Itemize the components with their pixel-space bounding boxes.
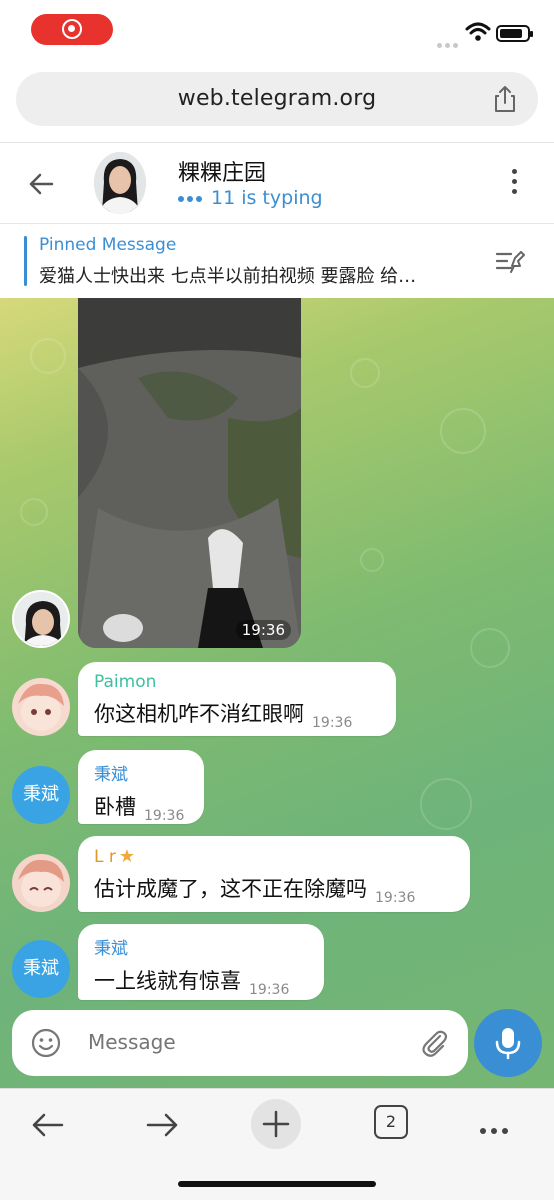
attach-icon[interactable]: [418, 1027, 450, 1059]
message-text: 一上线就有惊喜: [94, 969, 241, 993]
screen-record-indicator[interactable]: [31, 14, 113, 45]
group-avatar[interactable]: [94, 152, 146, 214]
url-text[interactable]: web.telegram.org: [16, 72, 538, 126]
message-text: 你这相机咋不消红眼啊: [94, 702, 304, 726]
video-message[interactable]: 19:36: [78, 298, 301, 648]
back-arrow-icon[interactable]: [26, 169, 56, 199]
arrow-right-icon[interactable]: [140, 1103, 184, 1147]
voice-record-button[interactable]: [474, 1009, 542, 1077]
message-sender: Paimon: [94, 672, 157, 692]
browser-toolbar: 2: [0, 1088, 554, 1200]
message-time: 19:36: [144, 808, 185, 824]
message-input[interactable]: [88, 1030, 388, 1054]
pinned-text: 爱猫人士快出来 七点半以前拍视频 要露脸 给…: [39, 266, 417, 287]
message-sender: 秉斌: [94, 939, 128, 959]
message-time: 19:36: [249, 982, 290, 998]
typing-status: 11 is typing: [178, 187, 323, 209]
wifi-icon: [465, 22, 491, 41]
pinned-indicator: [24, 236, 27, 286]
message-text: 估计成魔了，这不正在除魔吗: [94, 877, 367, 901]
message-sender: 秉斌: [94, 765, 128, 785]
arrow-left-icon[interactable]: [26, 1103, 70, 1147]
message-text: 卧槽: [94, 795, 136, 819]
message-bubble[interactable]: 秉斌 卧槽 19:36: [78, 750, 204, 824]
message-sender: L r ★: [94, 846, 454, 867]
tabs-button[interactable]: 2: [374, 1105, 408, 1139]
typing-status-text: 11 is typing: [211, 187, 323, 209]
emoji-icon[interactable]: [30, 1027, 62, 1059]
signal-icon: [437, 33, 461, 52]
message-bubble[interactable]: 秉斌 一上线就有惊喜 19:36: [78, 924, 324, 1000]
more-horiz-icon[interactable]: [480, 1119, 513, 1138]
avatar[interactable]: [12, 590, 70, 648]
star-icon: ★: [118, 846, 136, 867]
message-time: 19:36: [235, 620, 291, 640]
mic-icon: [495, 1028, 521, 1060]
battery-icon: [496, 25, 533, 42]
more-vert-icon[interactable]: [510, 169, 518, 199]
chat-title: 粿粿庄园: [178, 161, 267, 186]
message-sender-name: L r: [94, 847, 116, 867]
message-time: 19:36: [375, 890, 416, 906]
new-tab-button[interactable]: [251, 1099, 301, 1149]
pinned-message[interactable]: Pinned Message 爱猫人士快出来 七点半以前拍视频 要露脸 给…: [0, 224, 554, 298]
status-bar: [0, 0, 554, 62]
avatar[interactable]: 秉斌: [12, 940, 70, 998]
typing-dots-icon: [178, 187, 205, 209]
avatar[interactable]: [12, 678, 70, 736]
share-icon[interactable]: [490, 84, 520, 114]
message-bubble[interactable]: Paimon 你这相机咋不消红眼啊 19:36: [78, 662, 396, 736]
message-time: 19:36: [312, 715, 353, 731]
message-bubble[interactable]: L r ★ 估计成魔了，这不正在除魔吗 19:36: [78, 836, 470, 912]
avatar[interactable]: [12, 854, 70, 912]
avatar[interactable]: 秉斌: [12, 766, 70, 824]
record-icon: [62, 19, 82, 39]
home-indicator: [178, 1181, 376, 1187]
message-composer: [12, 1010, 468, 1076]
browser-address-area: web.telegram.org: [0, 62, 554, 142]
chat-header: 粿粿庄园 11 is typing: [0, 142, 554, 224]
plus-icon: [262, 1110, 290, 1138]
unpin-icon[interactable]: [494, 246, 526, 276]
pinned-title: Pinned Message: [39, 235, 177, 255]
address-bar[interactable]: web.telegram.org: [16, 72, 538, 126]
